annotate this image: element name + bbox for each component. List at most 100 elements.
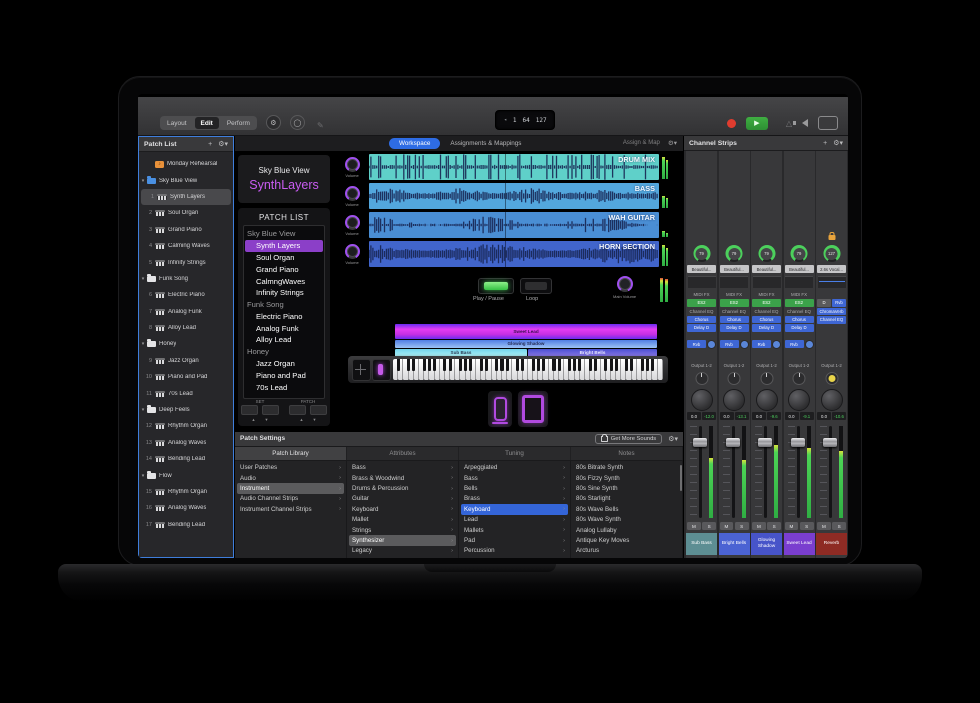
eq-thumbnail[interactable] bbox=[785, 276, 813, 288]
solo-button[interactable]: S bbox=[800, 522, 814, 530]
widget-patch-row[interactable]: Electric Piano bbox=[244, 311, 324, 323]
metronome-icon[interactable]: △ bbox=[786, 119, 792, 128]
settings-button[interactable]: ⚙ bbox=[266, 115, 281, 130]
assign-map-button[interactable]: Assign & Map bbox=[623, 140, 660, 146]
strip-name-plate[interactable]: Bright Bells bbox=[719, 533, 750, 555]
expression-pedal[interactable] bbox=[487, 390, 513, 428]
patch-row[interactable]: 3Grand Piano bbox=[139, 222, 233, 238]
track-volume-knob[interactable]: Volume bbox=[335, 215, 369, 236]
white-key[interactable] bbox=[575, 359, 580, 380]
set-row[interactable]: ▾Deep Feels bbox=[139, 402, 233, 418]
loop-button[interactable] bbox=[520, 278, 552, 294]
widget-patch-row[interactable]: Grand Piano bbox=[244, 263, 324, 275]
set-row[interactable]: ▾Sky Blue View bbox=[139, 172, 233, 188]
mute-button[interactable]: M bbox=[752, 522, 766, 530]
track-volume-knob[interactable]: Volume bbox=[335, 186, 369, 207]
browser-item[interactable]: Bass› bbox=[459, 473, 570, 483]
widget-patch-row[interactable]: CalmngWaves bbox=[244, 275, 324, 287]
white-key[interactable] bbox=[543, 359, 548, 380]
browser-item[interactable]: Lead› bbox=[459, 515, 570, 525]
main-volume-knob[interactable]: Main Volume bbox=[613, 276, 636, 299]
fader[interactable] bbox=[817, 424, 846, 520]
widget-patch-row[interactable]: Infinity Strings bbox=[244, 287, 324, 299]
browser-item[interactable]: Guitar› bbox=[347, 494, 458, 504]
browser-item[interactable]: User Patches› bbox=[235, 463, 346, 473]
set-row[interactable]: ▾Honey bbox=[139, 336, 233, 352]
layer-glowing-shadow[interactable]: Glowing Shadow bbox=[395, 340, 657, 348]
send-slot[interactable]: Rvb bbox=[832, 299, 846, 307]
send-knob-icon[interactable] bbox=[740, 340, 749, 349]
patch-list-action-menu[interactable]: ⚙▾ bbox=[218, 140, 228, 148]
white-key[interactable] bbox=[460, 359, 465, 380]
pan-knob[interactable] bbox=[825, 372, 838, 385]
widget-patch-row[interactable]: Synth Layers bbox=[245, 240, 323, 252]
insert-slot[interactable]: Chorus bbox=[752, 316, 781, 324]
instrument-slot[interactable]: ES2 bbox=[785, 299, 814, 307]
eq-thumbnail[interactable] bbox=[720, 276, 748, 288]
browser-item[interactable]: 80s Starlight bbox=[571, 494, 682, 504]
widget-patch-row[interactable]: Soul Organ bbox=[244, 252, 324, 264]
add-channel-strip-button[interactable]: + bbox=[823, 140, 827, 147]
waveform-strip[interactable]: BASS bbox=[369, 183, 659, 209]
strip-name-plate[interactable]: Sweet Lead bbox=[784, 533, 815, 555]
browser-item[interactable]: Brass› bbox=[459, 494, 570, 504]
instrument-slot[interactable]: ES2 bbox=[752, 299, 781, 307]
fader-cap[interactable] bbox=[791, 438, 805, 447]
fader-cap[interactable] bbox=[726, 438, 740, 447]
widget-patch-row[interactable]: Piano and Pad bbox=[244, 369, 324, 381]
mute-button[interactable]: M bbox=[785, 522, 799, 530]
expression-knob[interactable] bbox=[723, 389, 745, 411]
browser-item[interactable]: Brass & Woodwind› bbox=[347, 473, 458, 483]
layer-sweet-lead[interactable]: Sweet Lead bbox=[395, 324, 657, 339]
piano-keys[interactable] bbox=[393, 359, 663, 380]
add-patch-button[interactable]: + bbox=[208, 141, 212, 148]
patch-row[interactable]: 8Alloy Lead bbox=[139, 320, 233, 336]
eq-thumbnail[interactable] bbox=[688, 276, 716, 288]
white-key[interactable] bbox=[626, 359, 631, 380]
browser-item[interactable]: 80s Wave Bells bbox=[571, 504, 682, 514]
insert-slot[interactable]: Delay D bbox=[720, 324, 749, 332]
white-key[interactable] bbox=[403, 359, 408, 380]
browser-item[interactable]: Audio Channel Strips› bbox=[235, 494, 346, 504]
tab-attributes[interactable]: Attributes bbox=[347, 447, 459, 460]
white-key[interactable] bbox=[486, 359, 491, 380]
record-button[interactable] bbox=[727, 119, 736, 128]
send-slot[interactable]: D bbox=[817, 299, 831, 307]
set-prev-button[interactable] bbox=[241, 405, 258, 415]
patch-row[interactable]: 1Synth Layers bbox=[141, 189, 231, 205]
mode-edit[interactable]: Edit bbox=[195, 117, 219, 129]
expression-knob[interactable] bbox=[821, 389, 843, 411]
widget-set-row[interactable]: Funk Song bbox=[244, 299, 324, 311]
gain-knob[interactable]: 79 bbox=[726, 245, 743, 262]
expression-knob[interactable] bbox=[691, 389, 713, 411]
insert-slot[interactable]: Delay D bbox=[752, 324, 781, 332]
mute-button[interactable]: M bbox=[687, 522, 701, 530]
gain-knob[interactable]: 79 bbox=[693, 245, 710, 262]
patch-list-widget-list[interactable]: Sky Blue ViewSynth LayersSoul OrganGrand… bbox=[243, 225, 325, 399]
browser-item[interactable]: Mallet› bbox=[347, 515, 458, 525]
waveform-strip[interactable]: DRUM MIX bbox=[369, 154, 659, 180]
browser-item[interactable]: Instrument› bbox=[237, 483, 344, 493]
browser-item[interactable]: Bells› bbox=[459, 483, 570, 493]
widget-set-row[interactable]: Honey bbox=[244, 346, 324, 358]
disclosure-triangle-icon[interactable]: ▾ bbox=[139, 276, 147, 282]
insert-slot[interactable]: ChromaVerb bbox=[817, 308, 846, 316]
patch-settings-action-menu[interactable]: ⚙▾ bbox=[668, 435, 678, 443]
browser-item[interactable]: 80s Fizzy Synth bbox=[571, 473, 682, 483]
patch-row[interactable]: 9Jazz Organ bbox=[139, 353, 233, 369]
widget-patch-row[interactable]: 70s Lead bbox=[244, 381, 324, 393]
mode-layout[interactable]: Layout bbox=[160, 116, 194, 130]
browser-item[interactable]: Antique Key Moves bbox=[571, 535, 682, 545]
instrument-slot[interactable]: ES2 bbox=[720, 299, 749, 307]
mode-perform[interactable]: Perform bbox=[220, 116, 257, 130]
patch-row[interactable]: 12Rhythm Organ bbox=[139, 418, 233, 434]
white-key[interactable] bbox=[409, 359, 414, 380]
patch-row[interactable]: 13Analog Waves bbox=[139, 435, 233, 451]
fader-cap[interactable] bbox=[823, 438, 837, 447]
fader[interactable] bbox=[687, 424, 716, 520]
pitch-bend-widget[interactable] bbox=[352, 359, 371, 381]
white-key[interactable] bbox=[518, 359, 523, 380]
fader-cap[interactable] bbox=[758, 438, 772, 447]
white-key[interactable] bbox=[435, 359, 440, 380]
browser-item[interactable]: 80s Bitrate Synth bbox=[571, 463, 682, 473]
